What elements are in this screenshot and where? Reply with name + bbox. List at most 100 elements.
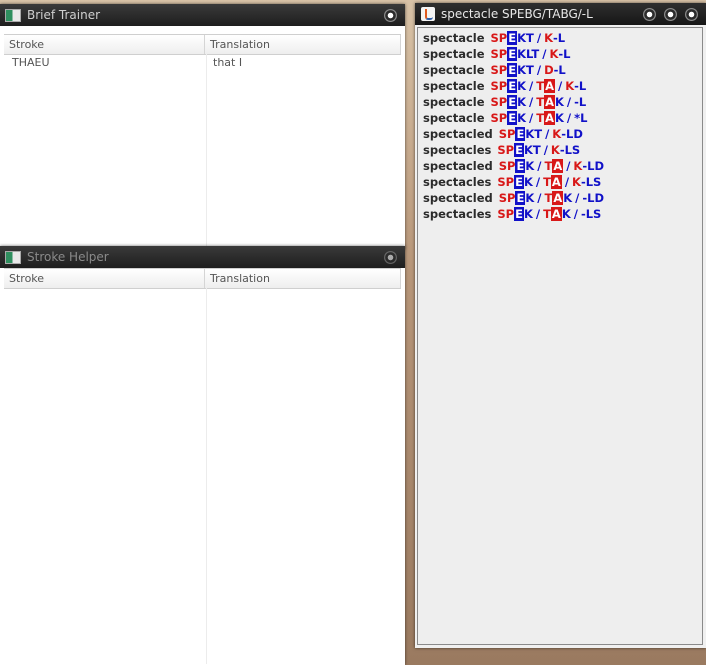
stroke-segment: / bbox=[529, 79, 534, 93]
stroke-segment: -L bbox=[553, 63, 566, 77]
column-header-stroke[interactable]: Stroke bbox=[4, 35, 205, 54]
window-title: Stroke Helper bbox=[27, 250, 109, 264]
stroke-segment: A bbox=[550, 175, 562, 189]
suggestion-word: spectacle bbox=[423, 95, 485, 109]
stroke-segment: SP bbox=[498, 191, 516, 205]
close-icon[interactable] bbox=[685, 7, 698, 21]
suggestion-word: spectacle bbox=[423, 79, 485, 93]
stroke-segment: K bbox=[550, 143, 560, 157]
stroke-segment: K bbox=[525, 191, 535, 205]
lookup-titlebar[interactable]: spectacle SPEBG/TABG/-L bbox=[415, 3, 706, 25]
stroke-segment: / bbox=[536, 63, 542, 77]
suggestion-line[interactable]: spectacle SP E KLT / K -L bbox=[423, 46, 571, 62]
stroke-segment: -LS bbox=[580, 207, 602, 221]
stroke-segment: / bbox=[566, 111, 572, 125]
stroke-segment: T bbox=[543, 175, 551, 189]
stroke-segment: A bbox=[552, 191, 564, 205]
stroke-segment: K bbox=[552, 127, 562, 141]
column-divider bbox=[206, 288, 207, 664]
suggestion-word: spectacle bbox=[423, 31, 485, 45]
minimize-icon[interactable] bbox=[643, 7, 656, 21]
stroke-segment: E bbox=[507, 111, 518, 125]
app-icon bbox=[5, 250, 21, 264]
stroke-segment: SP bbox=[490, 63, 508, 77]
stroke-segment: -L bbox=[552, 31, 566, 45]
stroke-segment: A bbox=[552, 159, 564, 173]
suggestion-word: spectacle bbox=[423, 111, 485, 125]
stroke-segment: SP bbox=[490, 95, 508, 109]
stroke-segment: KT bbox=[517, 63, 534, 77]
column-header-translation[interactable]: Translation bbox=[205, 35, 401, 54]
table-row[interactable]: THAEU that I bbox=[4, 53, 401, 72]
stroke-segment: A bbox=[544, 95, 555, 109]
window-close-icon[interactable] bbox=[384, 8, 397, 22]
stroke-segment: T bbox=[544, 159, 553, 173]
stroke-segment: / bbox=[557, 79, 563, 93]
stroke-segment: / bbox=[529, 111, 534, 125]
window-close-icon[interactable] bbox=[384, 250, 397, 264]
stroke-segment: / bbox=[543, 143, 548, 157]
stroke-segment: / bbox=[545, 127, 550, 141]
stroke-segment: K bbox=[525, 159, 535, 173]
stroke-segment: -L bbox=[574, 95, 587, 109]
stroke-segment: E bbox=[515, 159, 526, 173]
suggestion-line[interactable]: spectacled SP E K / T A / K -LD bbox=[423, 158, 604, 174]
stroke-segment: E bbox=[515, 191, 526, 205]
stroke-segment: KT bbox=[517, 31, 534, 45]
stroke-segment: / bbox=[537, 191, 542, 205]
app-icon bbox=[5, 8, 21, 22]
stroke-segment: E bbox=[507, 47, 518, 61]
stroke-segment: K bbox=[517, 95, 527, 109]
stroke-segment: K bbox=[523, 175, 533, 189]
suggestion-line[interactable]: spectacle SP E KT / K -L bbox=[423, 30, 565, 46]
column-header-translation[interactable]: Translation bbox=[205, 269, 401, 288]
suggestion-line[interactable]: spectacles SP E K / T A K / -LS bbox=[423, 206, 601, 222]
stroke-segment: SP bbox=[497, 175, 515, 189]
suggestion-word: spectacles bbox=[423, 207, 492, 221]
stroke-segment: K bbox=[549, 47, 559, 61]
stroke-segment: T bbox=[544, 191, 553, 205]
stroke-segment: A bbox=[544, 111, 555, 125]
stroke-segment: E bbox=[507, 79, 518, 93]
brief-trainer-window: Brief Trainer Stroke Translation THAEU t… bbox=[0, 4, 405, 249]
stroke-segment: SP bbox=[497, 143, 515, 157]
stroke-segment: SP bbox=[490, 111, 508, 125]
maximize-icon[interactable] bbox=[664, 7, 677, 21]
suggestion-word: spectacled bbox=[423, 191, 493, 205]
stroke-segment: E bbox=[514, 207, 524, 221]
stroke-segment: / bbox=[542, 47, 547, 61]
suggestion-line[interactable]: spectacle SP E K / T A K / *L bbox=[423, 110, 587, 126]
suggestion-line[interactable]: spectacle SP E K / T A K / -L bbox=[423, 94, 586, 110]
stroke-segment: K bbox=[573, 159, 583, 173]
suggestion-line[interactable]: spectacle SP E K / T A / K -L bbox=[423, 78, 586, 94]
suggestion-line[interactable]: spectacled SP E KT / K -LD bbox=[423, 126, 583, 142]
stroke-segment: -LD bbox=[582, 191, 604, 205]
stroke-segment: / bbox=[575, 191, 580, 205]
suggestion-line[interactable]: spectacle SP E KT / D -L bbox=[423, 62, 566, 78]
stroke-segment: -LD bbox=[561, 127, 583, 141]
stroke-segment: E bbox=[514, 175, 524, 189]
stroke-segment: / bbox=[529, 95, 534, 109]
stroke-segment: T bbox=[536, 79, 545, 93]
suggestion-word: spectacles bbox=[423, 143, 492, 157]
column-header-stroke[interactable]: Stroke bbox=[4, 269, 205, 288]
suggestion-line[interactable]: spectacles SP E K / T A / K -LS bbox=[423, 174, 601, 190]
stroke-segment: T bbox=[536, 95, 545, 109]
stroke-segment: T bbox=[543, 207, 551, 221]
stroke-segment: K bbox=[561, 207, 571, 221]
stroke-segment: E bbox=[507, 95, 518, 109]
stroke-segment: -LD bbox=[582, 159, 604, 173]
stroke-segment: KLT bbox=[517, 47, 540, 61]
stroke-helper-titlebar[interactable]: Stroke Helper bbox=[0, 246, 405, 268]
stroke-segment: SP bbox=[490, 47, 508, 61]
stroke-segment: / bbox=[566, 95, 572, 109]
brief-trainer-titlebar[interactable]: Brief Trainer bbox=[0, 4, 405, 26]
suggestion-word: spectacled bbox=[423, 159, 493, 173]
stroke-segment: / bbox=[537, 159, 542, 173]
stroke-segment: K bbox=[517, 79, 527, 93]
suggestion-line[interactable]: spectacles SP E KT / K -LS bbox=[423, 142, 580, 158]
stroke-segment: K bbox=[554, 111, 564, 125]
stroke-segment: D bbox=[544, 63, 554, 77]
suggestion-line[interactable]: spectacled SP E K / T A K / -LD bbox=[423, 190, 604, 206]
stroke-segment: SP bbox=[498, 159, 516, 173]
